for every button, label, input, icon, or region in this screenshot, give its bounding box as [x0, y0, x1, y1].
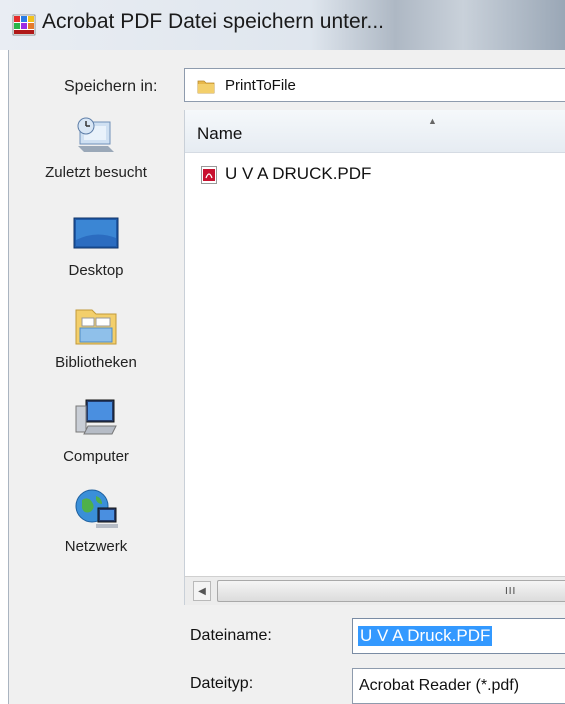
- list-item[interactable]: U V A DRUCK.PDF: [201, 164, 501, 190]
- file-name: U V A DRUCK.PDF: [225, 164, 372, 183]
- filename-input[interactable]: U V A Druck.PDF: [352, 618, 565, 654]
- place-recent[interactable]: Zuletzt besucht: [10, 112, 182, 181]
- horizontal-scrollbar[interactable]: ◀ III: [184, 576, 565, 605]
- folder-icon: [197, 80, 215, 94]
- place-desktop[interactable]: Desktop: [10, 210, 182, 279]
- place-label: Netzwerk: [64, 538, 128, 555]
- scroll-left-button[interactable]: ◀: [193, 581, 211, 601]
- desktop-icon: [73, 217, 119, 249]
- place-label: Bibliotheken: [55, 354, 137, 371]
- pdf-file-icon: [201, 166, 217, 184]
- libraries-icon: [75, 309, 117, 345]
- column-header-name[interactable]: Name ▲: [185, 110, 565, 153]
- place-label: Computer: [63, 448, 129, 465]
- save-as-dialog: Acrobat PDF Datei speichern unter... Spe…: [0, 0, 565, 704]
- lookin-value: PrintToFile: [225, 77, 296, 94]
- places-bar: Zuletzt besucht Desktop Bibliotheken Com…: [10, 112, 182, 592]
- place-label: Zuletzt besucht: [45, 164, 147, 181]
- filetype-select[interactable]: Acrobat Reader (*.pdf): [352, 668, 565, 704]
- computer-icon: [75, 399, 117, 435]
- place-network[interactable]: Netzwerk: [10, 486, 182, 555]
- place-label: Desktop: [68, 262, 124, 279]
- filename-value: U V A Druck.PDF: [358, 626, 493, 646]
- place-computer[interactable]: Computer: [10, 396, 182, 465]
- place-libraries[interactable]: Bibliotheken: [10, 302, 182, 371]
- filetype-label: Dateityp:: [190, 675, 254, 692]
- filename-label: Dateiname:: [190, 627, 272, 644]
- scroll-thumb[interactable]: III: [217, 580, 565, 602]
- file-list[interactable]: Name ▲ U V A DRUCK.PDF: [184, 110, 565, 605]
- network-icon: [75, 489, 118, 528]
- column-header-label: Name: [197, 124, 243, 143]
- scroll-grip: III: [505, 586, 517, 597]
- sort-ascending-icon: ▲: [428, 116, 437, 126]
- filetype-value: Acrobat Reader (*.pdf): [359, 677, 520, 694]
- lookin-label: Speichern in:: [64, 78, 158, 95]
- title-bar[interactable]: Acrobat PDF Datei speichern unter...: [0, 0, 565, 50]
- lookin-dropdown[interactable]: PrintToFile: [184, 68, 565, 102]
- app-icon: [12, 14, 36, 36]
- recent-places-icon: [77, 117, 114, 152]
- window-title: Acrobat PDF Datei speichern unter...: [42, 10, 384, 33]
